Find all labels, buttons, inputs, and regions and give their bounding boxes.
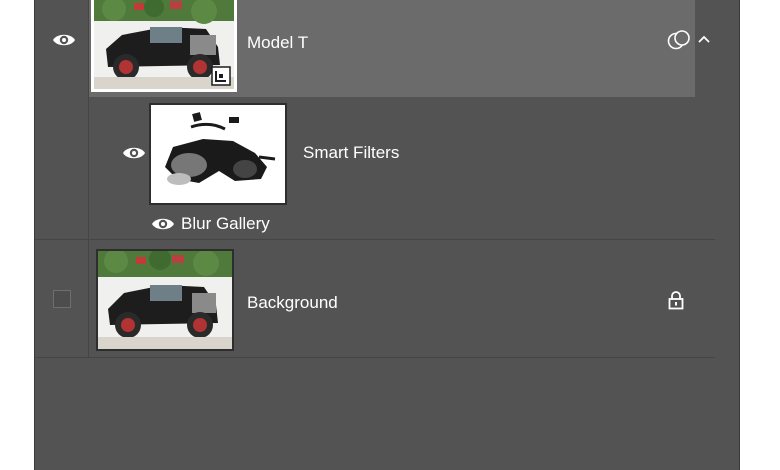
chevron-up-icon[interactable] <box>698 34 710 44</box>
filter-name-blur-gallery[interactable]: Blur Gallery <box>181 214 270 234</box>
visibility-column <box>35 0 89 97</box>
smart-filters-label[interactable]: Smart Filters <box>303 143 399 163</box>
layer-thumbnail-model-t[interactable] <box>91 0 237 92</box>
visibility-column <box>35 240 89 357</box>
car-photo-thumbnail <box>94 0 234 89</box>
layer-thumbnail-background[interactable] <box>96 249 234 351</box>
car-photo-thumbnail <box>98 251 232 349</box>
layer-name-model-t[interactable]: Model T <box>247 33 308 53</box>
layer-row-model-t[interactable]: Model T <box>35 0 710 97</box>
layer-row-smart-filters[interactable]: Smart Filters Blur Gallery <box>35 97 715 240</box>
layers-panel: Model T Smart Filters Blur Gallery Backg… <box>34 0 740 470</box>
filter-mask-thumbnail[interactable] <box>149 103 287 205</box>
visibility-column <box>35 97 89 239</box>
eye-icon[interactable] <box>52 32 76 48</box>
eye-icon[interactable] <box>122 145 146 161</box>
lock-icon[interactable] <box>667 290 685 310</box>
eye-icon[interactable] <box>151 216 175 232</box>
layer-row-background[interactable]: Background <box>35 240 715 358</box>
filter-mask-image <box>151 105 285 203</box>
layer-name-background[interactable]: Background <box>247 293 338 313</box>
smart-object-link-icon <box>667 30 690 50</box>
visibility-toggle-empty[interactable] <box>53 290 71 308</box>
